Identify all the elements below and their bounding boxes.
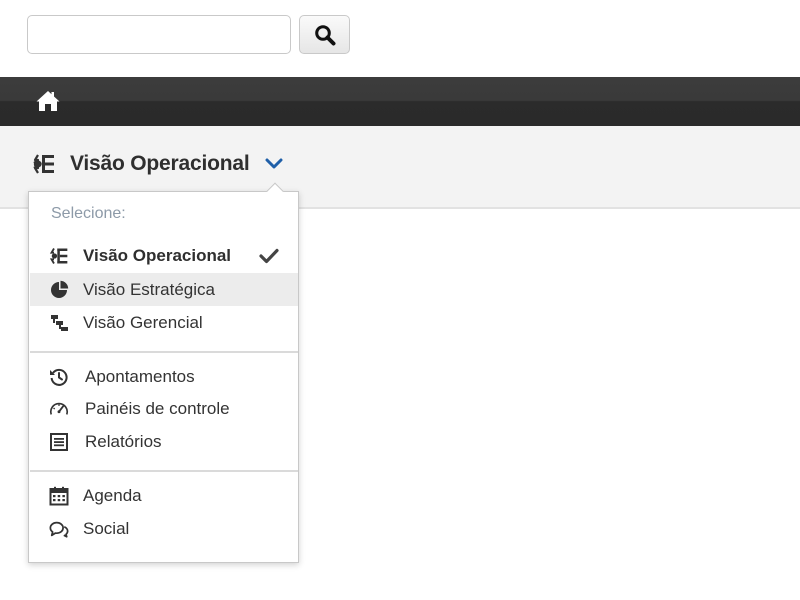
current-view-label: Visão Operacional [70,152,250,175]
view-selector[interactable]: Visão Operacional [32,149,283,179]
menu-item-label: Social [83,518,130,538]
operational-view-icon [32,152,56,176]
menu-item-label: Visão Operacional [83,245,232,265]
menu-divider [30,351,298,353]
dropdown-header: Selecione: [51,205,126,222]
menu-item-label: Visão Gerencial [83,312,203,332]
menu-item-strategic-view[interactable]: Visão Estratégica [30,273,298,306]
search-button[interactable] [299,15,350,54]
hierarchy-icon [49,313,69,333]
menu-item-label: Relatórios [85,431,162,451]
menu-item-label: Agenda [83,485,142,505]
top-navbar [0,77,800,126]
pie-chart-icon [49,280,69,300]
menu-item-apontamentos[interactable]: Apontamentos [30,360,298,393]
menu-item-social[interactable]: Social [30,512,298,545]
menu-item-paineis-de-controle[interactable]: Painéis de controle [30,392,298,425]
menu-item-managerial-view[interactable]: Visão Gerencial [30,306,298,339]
search-bar [0,0,800,77]
menu-item-label: Painéis de controle [85,398,230,418]
report-list-icon [49,432,69,452]
operational-view-icon [49,246,69,266]
menu-item-agenda[interactable]: Agenda [30,479,298,512]
magnifier-icon [314,24,335,45]
home-icon [36,91,60,111]
menu-item-relatorios[interactable]: Relatórios [30,425,298,458]
calendar-icon [49,486,69,506]
menu-item-operational-view[interactable]: Visão Operacional [30,239,298,272]
view-dropdown-menu: Selecione: Visão Operacional Visão Estra… [28,182,299,563]
menu-divider [30,470,298,472]
search-input[interactable] [27,15,291,54]
menu-item-label: Visão Estratégica [83,279,215,299]
chat-bubbles-icon [49,519,69,539]
menu-item-label: Apontamentos [85,366,195,386]
chevron-down-icon [265,157,283,171]
history-clock-icon [49,367,69,387]
home-button[interactable] [34,88,62,114]
speedometer-icon [49,399,69,419]
checkmark-icon [259,247,279,265]
